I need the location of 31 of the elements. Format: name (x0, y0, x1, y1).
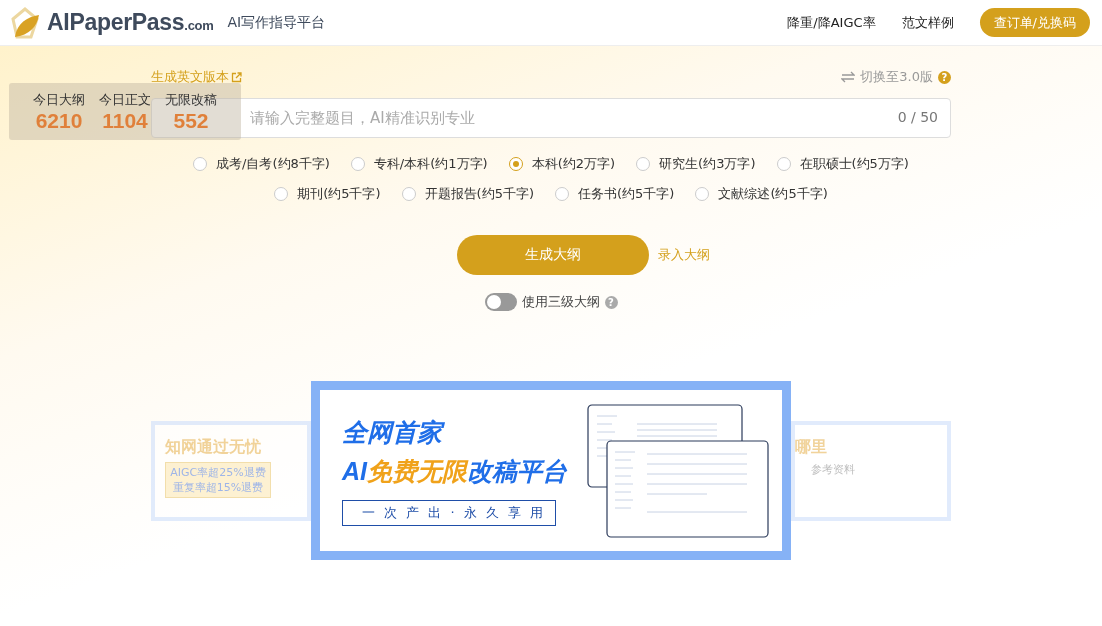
banner-headline: 全网首家 (342, 415, 567, 449)
paper-type-radio[interactable]: 成考/自考(约8千字) (193, 155, 330, 173)
paper-type-radio[interactable]: 期刊(约5千字) (274, 185, 381, 203)
toggle-switch[interactable] (484, 293, 517, 311)
refund-badge: AIGC率超25%退费 重复率超15%退费 (165, 461, 271, 498)
external-link-icon (231, 71, 242, 83)
char-counter: 0 / 50 (897, 109, 938, 125)
paper-type-radio[interactable]: 本科(约2万字) (508, 155, 616, 173)
paper-type-radio[interactable]: 任务书(约5千字) (555, 185, 675, 203)
tagline: AI写作指导平台 (227, 13, 326, 32)
stat-value: 1104 (102, 109, 148, 133)
promo-banner[interactable]: 全网首家 AI免费无限改稿平台 一次产出·永久享用 (311, 381, 791, 560)
nav-link[interactable]: 降重/降AIGC率 (787, 13, 876, 32)
paper-type-radio[interactable]: 开题报告(约5千字) (401, 185, 534, 203)
paper-type-radio[interactable]: 文献综述(约5千字) (695, 185, 828, 203)
stat-label: 今日大纲 (33, 91, 85, 109)
slide-title: 知网通过无忧 (165, 436, 262, 457)
slide-title: 哪里 (795, 436, 828, 457)
logo-text: AIPaperPass.com (47, 9, 214, 36)
banner-tagline: 一次产出·永久享用 (342, 499, 556, 526)
paper-type-radio[interactable]: 专科/本科(约1万字) (350, 155, 488, 173)
toggle-label: 使用三级大纲 (521, 293, 600, 311)
banner-slogan: AI免费无限改稿平台 (342, 455, 567, 487)
swap-arrows-icon (841, 71, 856, 83)
stat-value: 6210 (35, 109, 83, 133)
paper-type-radio[interactable]: 研究生(约3万字) (636, 155, 756, 173)
nav-link[interactable]: 范文样例 (901, 13, 954, 32)
stat-label: 今日正文 (99, 91, 151, 109)
paper-type-radio[interactable]: 在职硕士(约5万字) (776, 155, 909, 173)
stat-value: 552 (173, 109, 209, 133)
slide-subtitle: 参考资料 (811, 461, 856, 477)
